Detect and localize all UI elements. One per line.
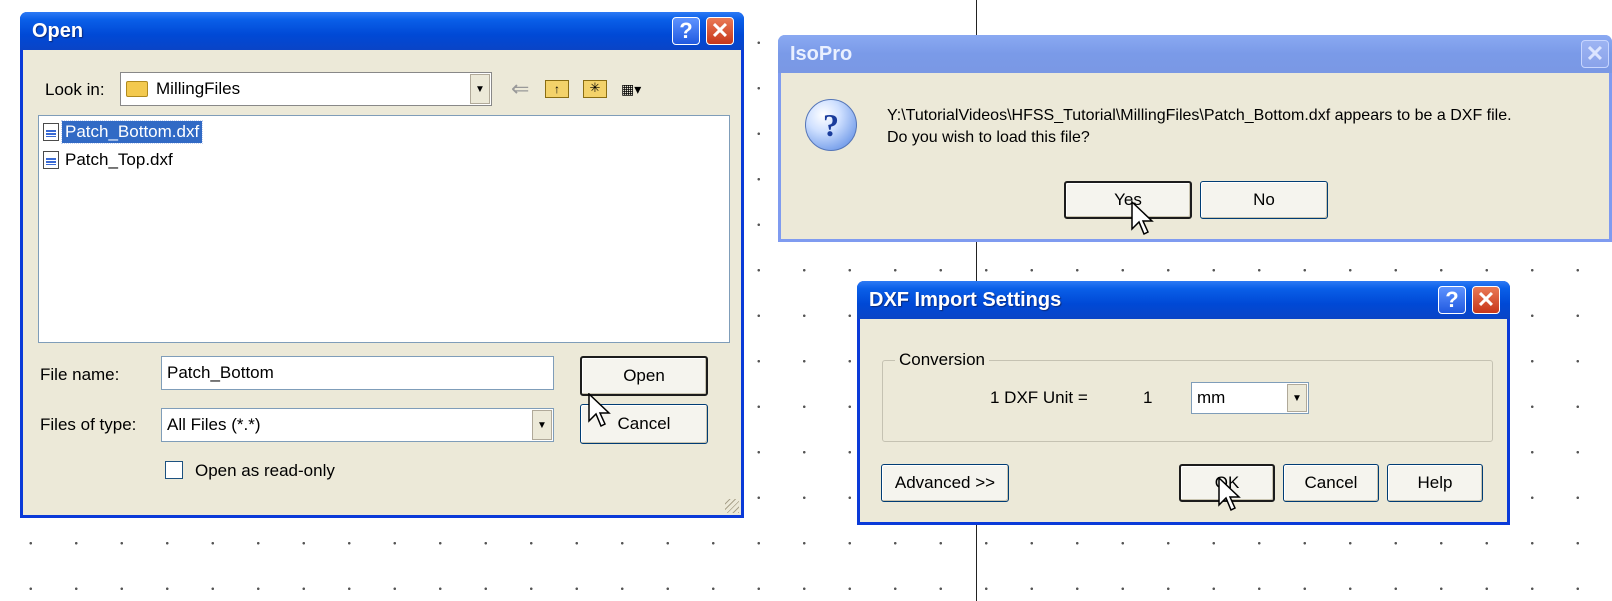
open-button[interactable]: Open [580,356,708,396]
mouse-cursor-icon [588,393,611,428]
isopro-dialog: IsoPro ✕ ? Y:\TutorialVideos\HFSS_Tutori… [778,35,1612,242]
file-name-label: File name: [40,365,120,384]
unit-label: 1 DXF Unit = [990,388,1088,407]
close-icon[interactable]: ✕ [706,17,734,45]
dxf-file-icon [43,151,59,169]
yes-button[interactable]: Yes [1064,181,1192,219]
unit-select-value: mm [1197,388,1226,407]
unit-select[interactable]: mm ▼ [1191,382,1309,414]
dxf-file-icon [43,123,59,141]
help-icon[interactable]: ? [1438,286,1466,314]
resize-grip-icon[interactable] [725,499,739,513]
file-item-label: Patch_Top.dxf [65,150,173,169]
readonly-checkbox[interactable] [165,461,183,479]
file-list[interactable]: Patch_Bottom.dxf Patch_Top.dxf [38,115,730,343]
view-menu-icon[interactable]: ▦▾ [621,80,659,98]
mouse-cursor-icon [1131,201,1154,236]
open-dialog-titlebar: Open ? ✕ [20,12,744,50]
open-dialog: Open ? ✕ Look in: MillingFiles ▼ ⇐ ↑ ✳ ▦… [20,12,744,518]
advanced-button[interactable]: Advanced >> [881,464,1009,502]
help-icon[interactable]: ? [672,17,700,45]
folder-icon [126,81,148,97]
no-button[interactable]: No [1200,181,1328,219]
unit-value: 1 [1143,388,1153,407]
list-item[interactable]: Patch_Top.dxf [43,148,176,172]
files-of-type-combo[interactable]: All Files (*.*) ▼ [161,408,554,442]
isopro-message-line1: Y:\TutorialVideos\HFSS_Tutorial\MillingF… [887,107,1512,124]
dxf-title: DXF Import Settings [869,288,1062,311]
chevron-down-icon[interactable]: ▼ [470,74,490,104]
isopro-titlebar: IsoPro ✕ [778,35,1612,73]
new-folder-icon[interactable]: ✳ [583,80,607,98]
back-icon[interactable]: ⇐ [511,78,537,100]
look-in-value: MillingFiles [156,79,241,98]
file-item-label: Patch_Bottom.dxf [60,120,204,144]
close-icon[interactable]: ✕ [1581,40,1609,68]
files-of-type-label: Files of type: [40,415,137,434]
dxf-help-button[interactable]: Help [1387,464,1483,502]
chevron-down-icon[interactable]: ▼ [532,410,552,440]
file-name-input[interactable]: Patch_Bottom [161,356,554,390]
question-icon: ? [805,99,857,151]
up-folder-icon[interactable]: ↑ [545,80,569,98]
open-dialog-title: Open [32,19,84,42]
isopro-message-line2: Do you wish to load this file? [887,129,1090,146]
mouse-cursor-icon [1218,477,1241,512]
dxf-titlebar: DXF Import Settings ? ✕ [857,281,1510,319]
files-of-type-value: All Files (*.*) [167,415,261,434]
look-in-label: Look in: [45,80,105,99]
readonly-label: Open as read-only [195,461,335,480]
isopro-title: IsoPro [790,42,853,65]
conversion-group-label: Conversion [895,350,989,370]
look-in-combo[interactable]: MillingFiles ▼ [120,72,492,106]
conversion-group: Conversion 1 DXF Unit = 1 mm ▼ [882,350,1493,442]
list-item[interactable]: Patch_Bottom.dxf [43,120,204,144]
file-name-value: Patch_Bottom [167,363,274,382]
close-icon[interactable]: ✕ [1472,286,1500,314]
dxf-cancel-button[interactable]: Cancel [1283,464,1379,502]
chevron-down-icon[interactable]: ▼ [1287,384,1307,412]
dxf-import-dialog: DXF Import Settings ? ✕ Conversion 1 DXF… [857,281,1510,525]
